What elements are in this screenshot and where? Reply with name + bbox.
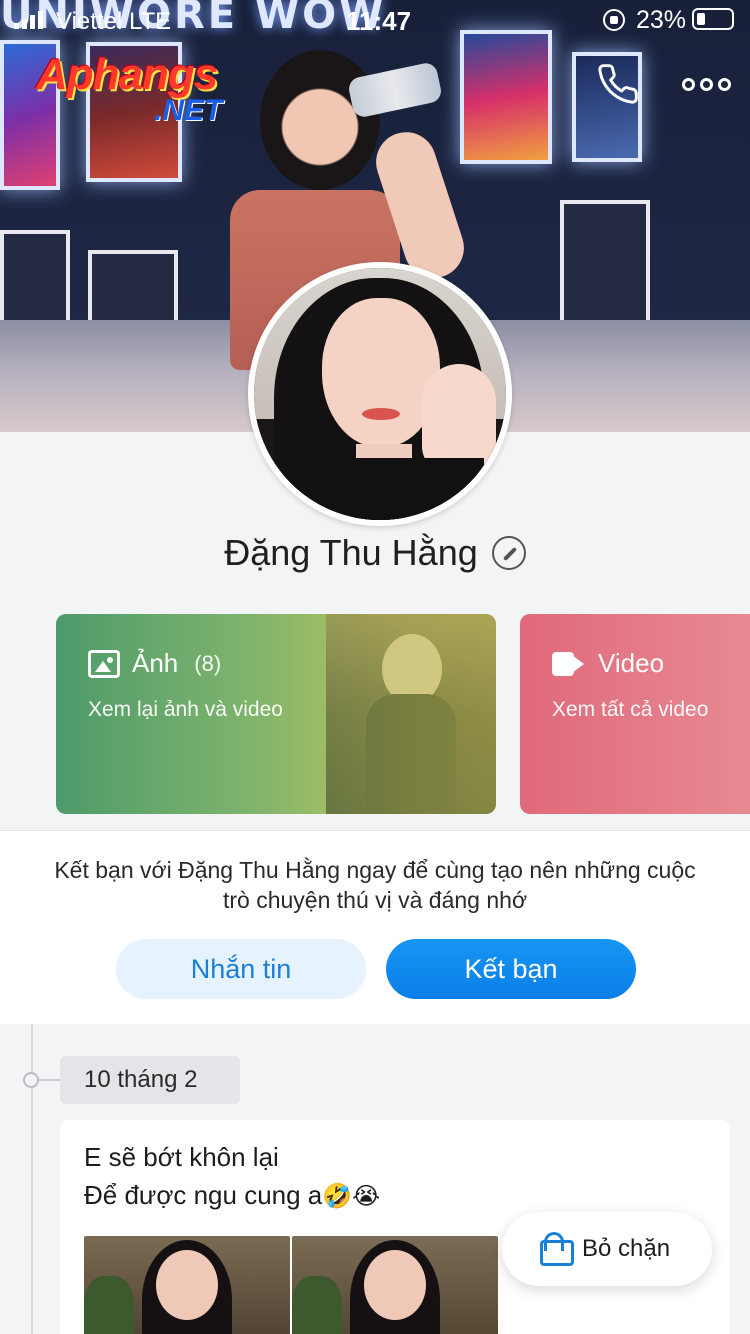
image-icon [88, 649, 120, 678]
profile-name: Đặng Thu Hằng [224, 532, 478, 573]
photos-card-subtitle: Xem lại ảnh và video [88, 698, 283, 721]
carrier-label: Viettel LTE [56, 8, 172, 35]
post-photo[interactable] [292, 1236, 498, 1334]
clock: 11:47 [346, 6, 412, 36]
photos-count: (8) [194, 650, 222, 676]
timeline-date-badge: 10 tháng 2 [60, 1056, 240, 1104]
timeline-connector [39, 1079, 61, 1081]
message-button[interactable]: Nhắn tin [116, 939, 366, 999]
watermark-line1: Aphangs [36, 50, 218, 99]
more-dots-icon [682, 78, 732, 91]
more-options-button[interactable] [682, 62, 732, 110]
phone-icon [598, 64, 638, 104]
timeline-line [31, 1024, 33, 1334]
call-button[interactable] [596, 62, 644, 110]
cover-panel [88, 250, 178, 330]
edit-name-icon[interactable] [491, 536, 526, 570]
friend-prompt-text: Kết bạn với Đặng Thu Hằng ngay để cùng t… [54, 857, 696, 913]
signal-icon [14, 9, 43, 29]
avatar[interactable] [248, 262, 512, 526]
videos-card-title: Video [598, 648, 665, 678]
post-photo[interactable] [84, 1236, 290, 1334]
post-text-line: Để được ngu cung a🤣😭 [84, 1180, 381, 1210]
videos-card-subtitle: Xem tất cả video [552, 698, 709, 721]
battery-percent: 23% [636, 6, 687, 34]
photos-card[interactable]: Ảnh (8) Xem lại ảnh và video [56, 614, 496, 814]
profile-name-row: Đặng Thu Hằng [0, 530, 750, 576]
battery-icon [692, 8, 734, 30]
unblock-button[interactable]: Bỏ chặn [502, 1212, 712, 1286]
watermark-logo: Aphangs .NET [36, 50, 266, 134]
post-emojis: 🤣😭 [322, 1182, 381, 1210]
unblock-label: Bỏ chặn [582, 1235, 671, 1262]
timeline-dot [23, 1072, 39, 1088]
rotation-lock-icon [603, 9, 625, 31]
unlock-icon [540, 1232, 574, 1266]
post-text-line: E sẽ bớt khôn lại [84, 1142, 279, 1172]
photos-card-title: Ảnh [132, 648, 179, 678]
videos-card[interactable]: Video Xem tất cả video [520, 614, 750, 814]
watermark-line2: .NET [154, 94, 223, 127]
status-bar: Viettel LTE 11:47 23% [0, 0, 750, 40]
video-camera-icon [552, 651, 586, 676]
friend-prompt-section: Kết bạn với Đặng Thu Hằng ngay để cùng t… [0, 830, 750, 1024]
add-friend-button[interactable]: Kết bạn [386, 939, 636, 999]
cover-panel [560, 200, 650, 330]
cover-poster [460, 30, 552, 164]
